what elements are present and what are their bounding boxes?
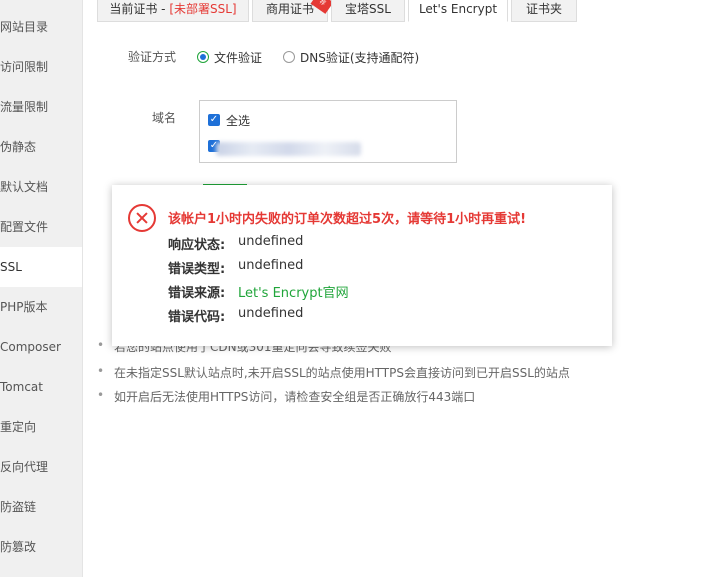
tab-current-cert-label: 当前证书 - (109, 2, 170, 16)
sidebar-item-site-directory[interactable]: 网站目录 (0, 7, 82, 47)
verify-method-label: 验证方式 (128, 50, 177, 64)
response-status-value: undefined (238, 234, 304, 249)
sidebar-item-traffic-limit[interactable]: 流量限制 (0, 87, 82, 127)
tab-letsencrypt[interactable]: Let's Encrypt (408, 0, 508, 22)
error-type-label: 错误类型: (168, 262, 226, 277)
response-status-label: 响应状态: (168, 238, 226, 253)
tab-baota-ssl[interactable]: 宝塔SSL (331, 0, 405, 22)
tab-commercial-cert[interactable]: 商用证书 荐 (252, 0, 334, 22)
error-dialog: 该帐户1小时内失败的订单次数超过5次，请等待1小时再重试! 响应状态: unde… (112, 185, 612, 346)
error-source-label: 错误来源: (168, 286, 226, 301)
sidebar: 网站目录 访问限制 流量限制 伪静态 默认文档 配置文件 SSL PHP版本 C… (0, 0, 83, 577)
sidebar-item-php-version[interactable]: PHP版本 (0, 287, 82, 327)
sidebar-item-hotlink[interactable]: 防盗链 (0, 487, 82, 527)
tab-commercial-label: 商用证书 (265, 2, 314, 16)
radio-file-verify[interactable] (197, 51, 209, 63)
error-type-value: undefined (238, 258, 304, 273)
error-circle-icon (128, 204, 156, 232)
note-text: 在未指定SSL默认站点时,未开启SSL的站点使用HTTPS会直接访问到已开启SS… (114, 366, 570, 380)
sidebar-item-reverse-proxy[interactable]: 反向代理 (0, 447, 82, 487)
error-code-value: undefined (238, 306, 304, 321)
blurred-domain-name (216, 142, 361, 156)
sidebar-item-tomcat[interactable]: Tomcat (0, 367, 82, 407)
error-title: 该帐户1小时内失败的订单次数超过5次，请等待1小时再重试! (168, 212, 527, 227)
tab-cert-folder[interactable]: 证书夹 (511, 0, 577, 22)
sidebar-item-tamper-proof[interactable]: 防篡改 (0, 527, 82, 567)
sidebar-item-rewrite[interactable]: 伪静态 (0, 127, 82, 167)
note-text: 如开启后无法使用HTTPS访问，请检查安全组是否正确放行443端口 (114, 390, 476, 404)
radio-dns-verify-label[interactable]: DNS验证(支持通配符) (300, 49, 419, 66)
sidebar-item-ssl[interactable]: SSL (0, 247, 82, 287)
sidebar-item-access-limit[interactable]: 访问限制 (0, 47, 82, 87)
sidebar-item-redirect[interactable]: 重定向 (0, 407, 82, 447)
tab-current-cert-status: [未部署SSL] (169, 2, 237, 16)
select-all-checkbox[interactable]: ✓ (208, 114, 220, 126)
radio-file-verify-label[interactable]: 文件验证 (214, 49, 262, 66)
sidebar-item-composer[interactable]: Composer (0, 327, 82, 367)
error-source-link[interactable]: Let's Encrypt官网 (238, 282, 349, 301)
sidebar-item-config-file[interactable]: 配置文件 (0, 207, 82, 247)
domain-label: 域名 (152, 111, 177, 125)
select-all-label[interactable]: 全选 (226, 112, 250, 129)
recommend-ribbon: 荐 (310, 0, 334, 14)
radio-dns-verify[interactable] (283, 51, 295, 63)
error-code-label: 错误代码: (168, 310, 226, 325)
tab-current-cert[interactable]: 当前证书 - [未部署SSL] (97, 0, 249, 22)
sidebar-item-default-doc[interactable]: 默认文档 (0, 167, 82, 207)
